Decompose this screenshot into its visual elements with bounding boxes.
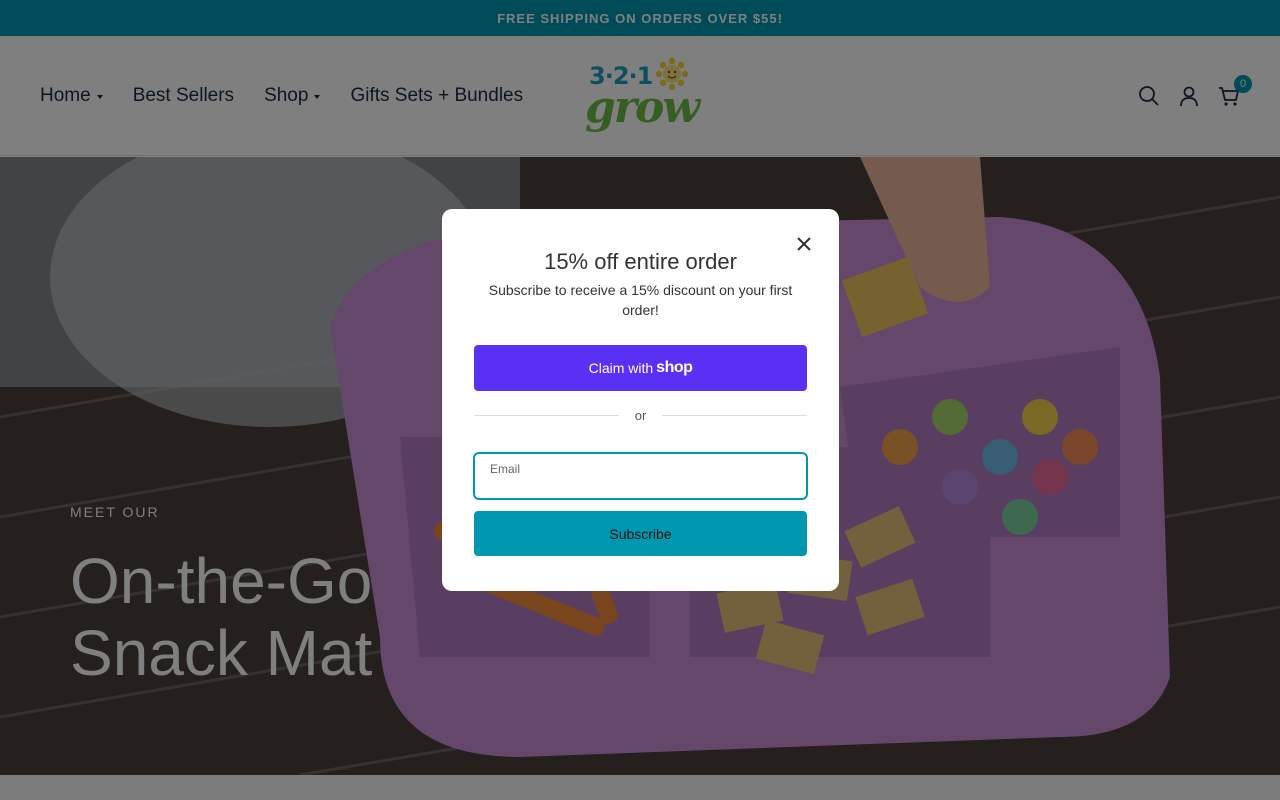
popup-title: 15% off entire order	[544, 249, 737, 274]
claim-prefix: Claim with	[588, 360, 654, 376]
discount-popup: 15% off entire order Subscribe to receiv…	[442, 209, 839, 591]
email-field[interactable]: Email	[473, 452, 808, 500]
email-input[interactable]	[490, 478, 790, 496]
divider-text: or	[634, 407, 647, 423]
divider-line	[474, 414, 619, 416]
email-label: Email	[490, 462, 521, 476]
or-divider: or	[474, 405, 807, 425]
claim-with-shop-button[interactable]: Claim with shop	[474, 345, 807, 391]
shop-logo: shop	[656, 359, 693, 376]
divider-line	[662, 414, 807, 416]
popup-subtitle: Subscribe to receive a 15% discount on y…	[488, 282, 793, 318]
subscribe-button[interactable]: Subscribe	[474, 511, 807, 556]
